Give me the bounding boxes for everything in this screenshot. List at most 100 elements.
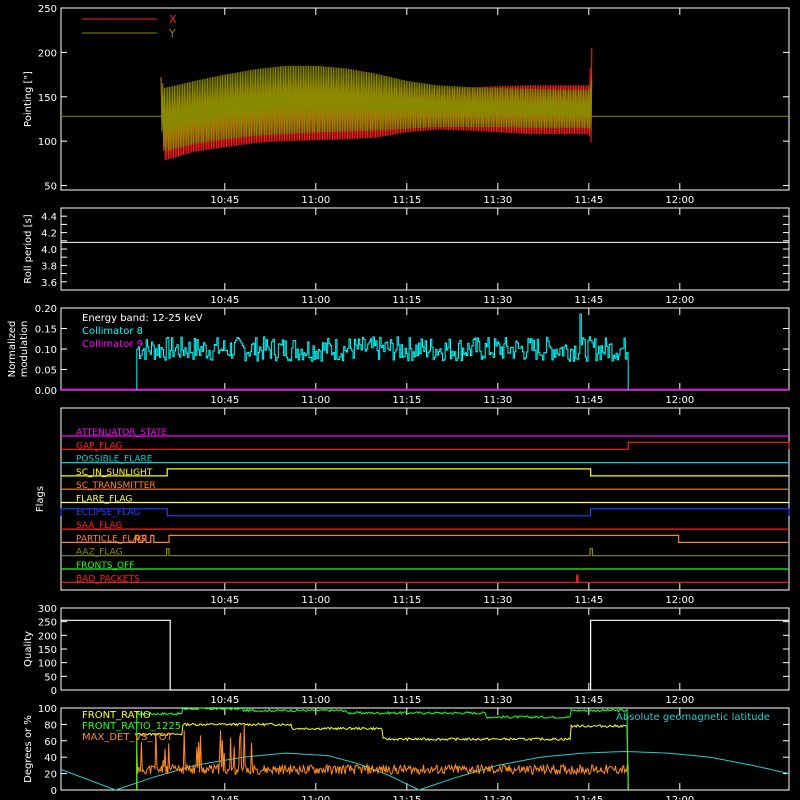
roll-ytick-label: 4.4 xyxy=(41,212,57,223)
ratios-xtick-label: 11:00 xyxy=(301,795,330,800)
pointing-ytick-label: 100 xyxy=(38,137,57,148)
flags-ylabel: Flags xyxy=(35,486,46,512)
flags-xtick-label: 12:00 xyxy=(665,595,694,606)
ratios-ytick-label: 20 xyxy=(44,770,57,781)
quality-xtick-label: 10:45 xyxy=(210,695,239,706)
roll-xtick-label: 12:00 xyxy=(665,295,694,306)
ratios-ytick-label: 80 xyxy=(44,720,57,731)
roll-xtick-label: 10:45 xyxy=(210,295,239,306)
modulation-xtick-label: 11:15 xyxy=(392,395,421,406)
collimator-8-line xyxy=(136,313,629,390)
modulation-xtick-label: 11:45 xyxy=(574,395,603,406)
flag-line-sc-in-sunlight xyxy=(61,468,789,477)
front-ratio-line xyxy=(136,722,629,791)
quality-ytick-label: 300 xyxy=(38,604,57,615)
quality-ylabel: Quality xyxy=(23,631,34,667)
ratios-ylabel: Degrees or % xyxy=(23,715,34,783)
flag-label: SAA_FLAG xyxy=(76,521,122,531)
pointing-xtick-label: 11:15 xyxy=(392,195,421,206)
modulation-xtick-label: 10:45 xyxy=(210,395,239,406)
flag-label: FLARE_FLAG xyxy=(76,495,132,505)
flag-label: SC_IN_SUNLIGHT xyxy=(76,468,153,478)
pointing-ytick-label: 150 xyxy=(38,93,57,104)
pointing-ytick-label: 200 xyxy=(38,48,57,59)
modulation-ytick-label: 0.20 xyxy=(35,304,57,315)
flag-label: FRONTS_OFF xyxy=(76,561,134,571)
flags-plot-frame xyxy=(60,407,790,591)
ratios-xtick-label: 11:45 xyxy=(574,795,603,800)
roll-ytick-label: 3.8 xyxy=(41,261,57,272)
quality-xtick-label: 11:00 xyxy=(301,695,330,706)
legend-collimator-9: Collimator 9 xyxy=(82,339,143,350)
flag-label: POSSIBLE_FLARE xyxy=(76,455,153,465)
observation-summary-figure: 10:45 11:00 11:15 11:30 11:45 12:00 50 100 150 20… xyxy=(7,4,790,800)
roll-xtick-label: 11:30 xyxy=(483,295,512,306)
pointing-xtick-label: 10:45 xyxy=(210,195,239,206)
flags-xtick-label: 11:00 xyxy=(301,595,330,606)
flag-label: BAD_PACKETS xyxy=(76,574,140,584)
modulation-xtick-label: 11:30 xyxy=(483,395,512,406)
flags-xtick-label: 11:45 xyxy=(574,595,603,606)
roll-xtick-label: 11:15 xyxy=(392,295,421,306)
geomagnetic-latitude-label: Absolute geomagnetic latitude xyxy=(616,712,770,723)
legend-collimator-8: Collimator 8 xyxy=(82,326,143,337)
quality-xtick-label: 11:15 xyxy=(392,695,421,706)
quality-ytick-label: 250 xyxy=(38,618,57,629)
roll-ylabel: Roll period [s] xyxy=(23,214,34,283)
modulation-ytick-label: 0.00 xyxy=(35,386,57,397)
flag-line-particle-flag xyxy=(61,534,789,544)
modulation-ytick-label: 0.15 xyxy=(35,325,57,336)
legend-x-label: X xyxy=(169,13,177,26)
pointing-xtick-label: 11:30 xyxy=(483,195,512,206)
roll-plot-frame xyxy=(60,207,790,291)
flag-label: PARTICLE_FLAG xyxy=(76,534,146,544)
ratios-xtick-label: 11:15 xyxy=(392,795,421,800)
flags-xtick-label: 11:30 xyxy=(483,595,512,606)
roll-ytick-label: 3.6 xyxy=(41,278,57,289)
quality-xtick-label: 11:30 xyxy=(483,695,512,706)
ratios-ytick-label: 0 xyxy=(51,786,57,797)
quality-ytick-label: 0 xyxy=(51,686,57,697)
flag-label: SC_TRANSMITTER xyxy=(76,481,156,491)
ratios-ytick-label: 60 xyxy=(44,737,57,748)
quality-ytick-label: 200 xyxy=(38,631,57,642)
pointing-ytick-label: 250 xyxy=(38,4,57,15)
ratios-xtick-label: 11:30 xyxy=(483,795,512,800)
modulation-ytick-label: 0.05 xyxy=(35,366,57,377)
pointing-xtick-label: 12:00 xyxy=(665,195,694,206)
roll-xtick-label: 11:45 xyxy=(574,295,603,306)
legend-max-det-vs-tot: MAX_DET_VS_TOT xyxy=(82,732,174,743)
roll-ytick-label: 4.0 xyxy=(41,245,57,256)
roll-ytick-label: 4.2 xyxy=(41,229,57,240)
energy-band-annotation: Energy band: 12-25 keV xyxy=(82,313,203,324)
quality-ytick-label: 100 xyxy=(38,659,57,670)
front-ratio-1225-line xyxy=(136,706,629,791)
modulation-xtick-label: 11:00 xyxy=(301,395,330,406)
legend-y-label: Y xyxy=(168,27,176,40)
legend-front-ratio: FRONT_RATIO xyxy=(82,710,151,721)
flag-label: ATTENUATOR_STATE xyxy=(76,428,168,438)
ratios-xtick-label: 12:00 xyxy=(665,795,694,800)
quality-xtick-label: 12:00 xyxy=(665,695,694,706)
flag-line-gap-flag xyxy=(61,441,790,450)
ratios-ytick-label: 40 xyxy=(44,753,57,764)
pointing-ytick-label: 50 xyxy=(44,182,57,193)
pointing-ylabel: Pointing ["] xyxy=(23,71,34,127)
quality-ytick-label: 50 xyxy=(44,672,57,683)
flag-line-eclipse-flag xyxy=(60,508,790,517)
flag-label: ECLIPSE_FLAG xyxy=(76,508,140,518)
flags-xtick-label: 11:15 xyxy=(392,595,421,606)
quality-ytick-label: 150 xyxy=(38,645,57,656)
modulation-ylabel-1: Normalized xyxy=(7,321,18,378)
modulation-ytick-label: 0.10 xyxy=(35,345,57,356)
modulation-ylabel-2: modulation xyxy=(19,321,30,378)
pointing-xtick-label: 11:45 xyxy=(574,195,603,206)
modulation-xtick-label: 12:00 xyxy=(665,395,694,406)
flag-label: GAP_FLAG xyxy=(76,441,122,451)
flags-xtick-label: 10:45 xyxy=(210,595,239,606)
ratios-ytick-label: 100 xyxy=(38,704,57,715)
roll-xtick-label: 11:00 xyxy=(301,295,330,306)
flag-line-aaz-flag xyxy=(61,548,789,557)
quality-xtick-label: 11:45 xyxy=(574,695,603,706)
quality-line xyxy=(61,619,789,691)
